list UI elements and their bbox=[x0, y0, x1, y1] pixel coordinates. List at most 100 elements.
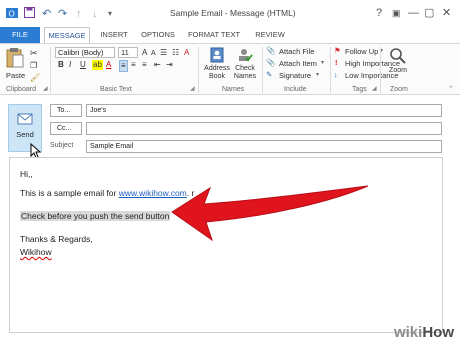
to-button[interactable]: To... bbox=[50, 104, 82, 117]
previous-item-icon[interactable]: ↑ bbox=[76, 7, 82, 21]
cut-icon[interactable]: ✂ bbox=[30, 48, 38, 59]
address-book-icon bbox=[210, 47, 224, 63]
send-envelope-icon bbox=[17, 113, 33, 125]
align-left-icon[interactable]: ≡ bbox=[119, 60, 128, 72]
numbering-icon[interactable]: ☷ bbox=[172, 48, 179, 58]
basic-text-group-label: Basic Text bbox=[100, 86, 132, 93]
window-title: Sample Email - Message (HTML) bbox=[170, 8, 296, 18]
to-field[interactable]: Joe's bbox=[86, 104, 442, 117]
attach-file-button[interactable]: Attach File bbox=[279, 47, 314, 56]
signature-text: Wikihow bbox=[20, 247, 52, 257]
decrease-indent-icon[interactable]: ⇤ bbox=[154, 60, 161, 70]
close-icon[interactable]: ✕ bbox=[442, 6, 451, 20]
font-color-icon[interactable]: A bbox=[106, 60, 111, 70]
title-bar: O ↶ ↷ ↑ ↓ ▾ Sample Email - Message (HTML… bbox=[0, 0, 460, 27]
font-launcher-icon[interactable]: ◢ bbox=[190, 85, 195, 92]
wikihow-watermark: wikiHow bbox=[394, 324, 454, 341]
paste-icon bbox=[6, 48, 24, 68]
next-item-icon[interactable]: ↓ bbox=[92, 7, 98, 21]
watermark-prefix: wiki bbox=[393, 324, 423, 341]
save-icon[interactable] bbox=[24, 7, 35, 21]
paste-button[interactable]: Paste bbox=[6, 47, 25, 80]
check-names-button[interactable]: Check Names bbox=[232, 47, 258, 81]
italic-button[interactable]: I bbox=[69, 60, 71, 70]
signature-dropdown-icon[interactable]: ▾ bbox=[316, 71, 319, 78]
magnifier-icon bbox=[390, 48, 406, 64]
underline-button[interactable]: U bbox=[80, 60, 86, 70]
divider bbox=[198, 47, 199, 93]
greeting-line: Hi,, bbox=[20, 169, 33, 179]
highlighted-text: Check before you push the send button bbox=[20, 211, 171, 221]
low-importance-icon[interactable]: ↓ bbox=[334, 70, 338, 79]
attach-item-icon[interactable]: 📎 bbox=[266, 58, 275, 67]
divider bbox=[50, 47, 51, 93]
redo-icon[interactable]: ↷ bbox=[58, 7, 67, 21]
outlook-icon: O bbox=[6, 7, 18, 21]
bullets-icon[interactable]: ☰ bbox=[160, 48, 167, 58]
include-group-label: Include bbox=[284, 86, 307, 93]
names-group-label: Names bbox=[222, 86, 245, 93]
address-book-label-2: Book bbox=[209, 73, 225, 80]
tags-group-label: Tags bbox=[352, 86, 367, 93]
zoom-group-label: Zoom bbox=[390, 86, 408, 93]
zoom-label: Zoom bbox=[389, 67, 407, 74]
bold-button[interactable]: B bbox=[58, 60, 64, 70]
cc-button[interactable]: Cc... bbox=[50, 122, 82, 135]
highlight-icon[interactable]: ab bbox=[92, 60, 103, 70]
tab-options[interactable]: OPTIONS bbox=[138, 27, 178, 43]
tab-review[interactable]: REVIEW bbox=[250, 27, 290, 43]
ribbon-tabs: FILE MESSAGE INSERT OPTIONS FORMAT TEXT … bbox=[0, 27, 460, 43]
attach-file-icon[interactable]: 📎 bbox=[266, 46, 275, 55]
clipboard-group-label: Clipboard bbox=[6, 86, 36, 93]
align-center-icon[interactable]: ≡ bbox=[131, 60, 136, 70]
flag-icon[interactable]: ⚑ bbox=[334, 46, 341, 55]
svg-text:O: O bbox=[9, 10, 15, 19]
format-painter-icon[interactable]: 🖌 bbox=[30, 73, 40, 82]
address-book-button[interactable]: Address Book bbox=[204, 47, 230, 81]
address-book-label-1: Address bbox=[204, 65, 230, 72]
minimize-icon[interactable]: — bbox=[408, 6, 419, 20]
copy-icon[interactable]: ❐ bbox=[30, 61, 37, 70]
signature-button[interactable]: Signature bbox=[279, 71, 311, 80]
high-importance-icon[interactable]: ! bbox=[335, 58, 338, 67]
divider bbox=[262, 47, 263, 93]
undo-icon[interactable]: ↶ bbox=[42, 7, 51, 21]
align-right-icon[interactable]: ≡ bbox=[142, 60, 147, 70]
cc-field[interactable] bbox=[86, 122, 442, 135]
font-size-select[interactable]: 11 bbox=[118, 47, 138, 58]
signature-line: Wikihow bbox=[20, 247, 52, 257]
shrink-font-icon[interactable]: A bbox=[151, 49, 156, 59]
divider bbox=[380, 47, 381, 93]
tab-message[interactable]: MESSAGE bbox=[44, 27, 90, 43]
subject-field[interactable]: Sample Email bbox=[86, 140, 442, 153]
font-name-select[interactable]: Calibri (Body) bbox=[55, 47, 115, 58]
increase-indent-icon[interactable]: ⇥ bbox=[166, 60, 173, 70]
ribbon: Paste ✂ ❐ 🖌 Clipboard ◢ Calibri (Body) 1… bbox=[0, 43, 460, 95]
clear-formatting-icon[interactable]: A bbox=[184, 48, 189, 58]
check-names-label-2: Names bbox=[233, 73, 257, 80]
follow-up-button[interactable]: Follow Up bbox=[345, 47, 378, 56]
attach-item-button[interactable]: Attach Item bbox=[279, 59, 317, 68]
attach-item-dropdown-icon[interactable]: ▾ bbox=[321, 59, 324, 66]
tab-file[interactable]: FILE bbox=[0, 27, 40, 43]
divider bbox=[330, 47, 331, 93]
paste-label: Paste bbox=[6, 71, 26, 80]
tab-format-text[interactable]: FORMAT TEXT bbox=[184, 27, 244, 43]
body-line-1: This is a sample email for www.wikihow.c… bbox=[20, 188, 194, 198]
help-icon[interactable]: ? bbox=[376, 6, 382, 20]
collapse-ribbon-icon[interactable]: ⌃ bbox=[448, 85, 454, 93]
subject-label: Subject bbox=[50, 142, 74, 149]
annotation-arrow bbox=[171, 185, 369, 242]
tags-launcher-icon[interactable]: ◢ bbox=[372, 85, 377, 92]
closing-line: Thanks & Regards, bbox=[20, 234, 93, 244]
clipboard-launcher-icon[interactable]: ◢ bbox=[43, 85, 48, 92]
ribbon-display-icon[interactable]: ▣ bbox=[392, 6, 401, 20]
grow-font-icon[interactable]: A bbox=[142, 48, 147, 58]
zoom-button[interactable]: Zoom bbox=[384, 47, 412, 74]
tab-insert[interactable]: INSERT bbox=[96, 27, 132, 43]
signature-icon[interactable]: ✎ bbox=[266, 70, 272, 79]
maximize-icon[interactable]: ▢ bbox=[424, 6, 434, 20]
customize-qat-icon[interactable]: ▾ bbox=[108, 7, 112, 21]
check-names-icon bbox=[239, 49, 253, 62]
highlighted-line: Check before you push the send button bbox=[20, 211, 171, 221]
